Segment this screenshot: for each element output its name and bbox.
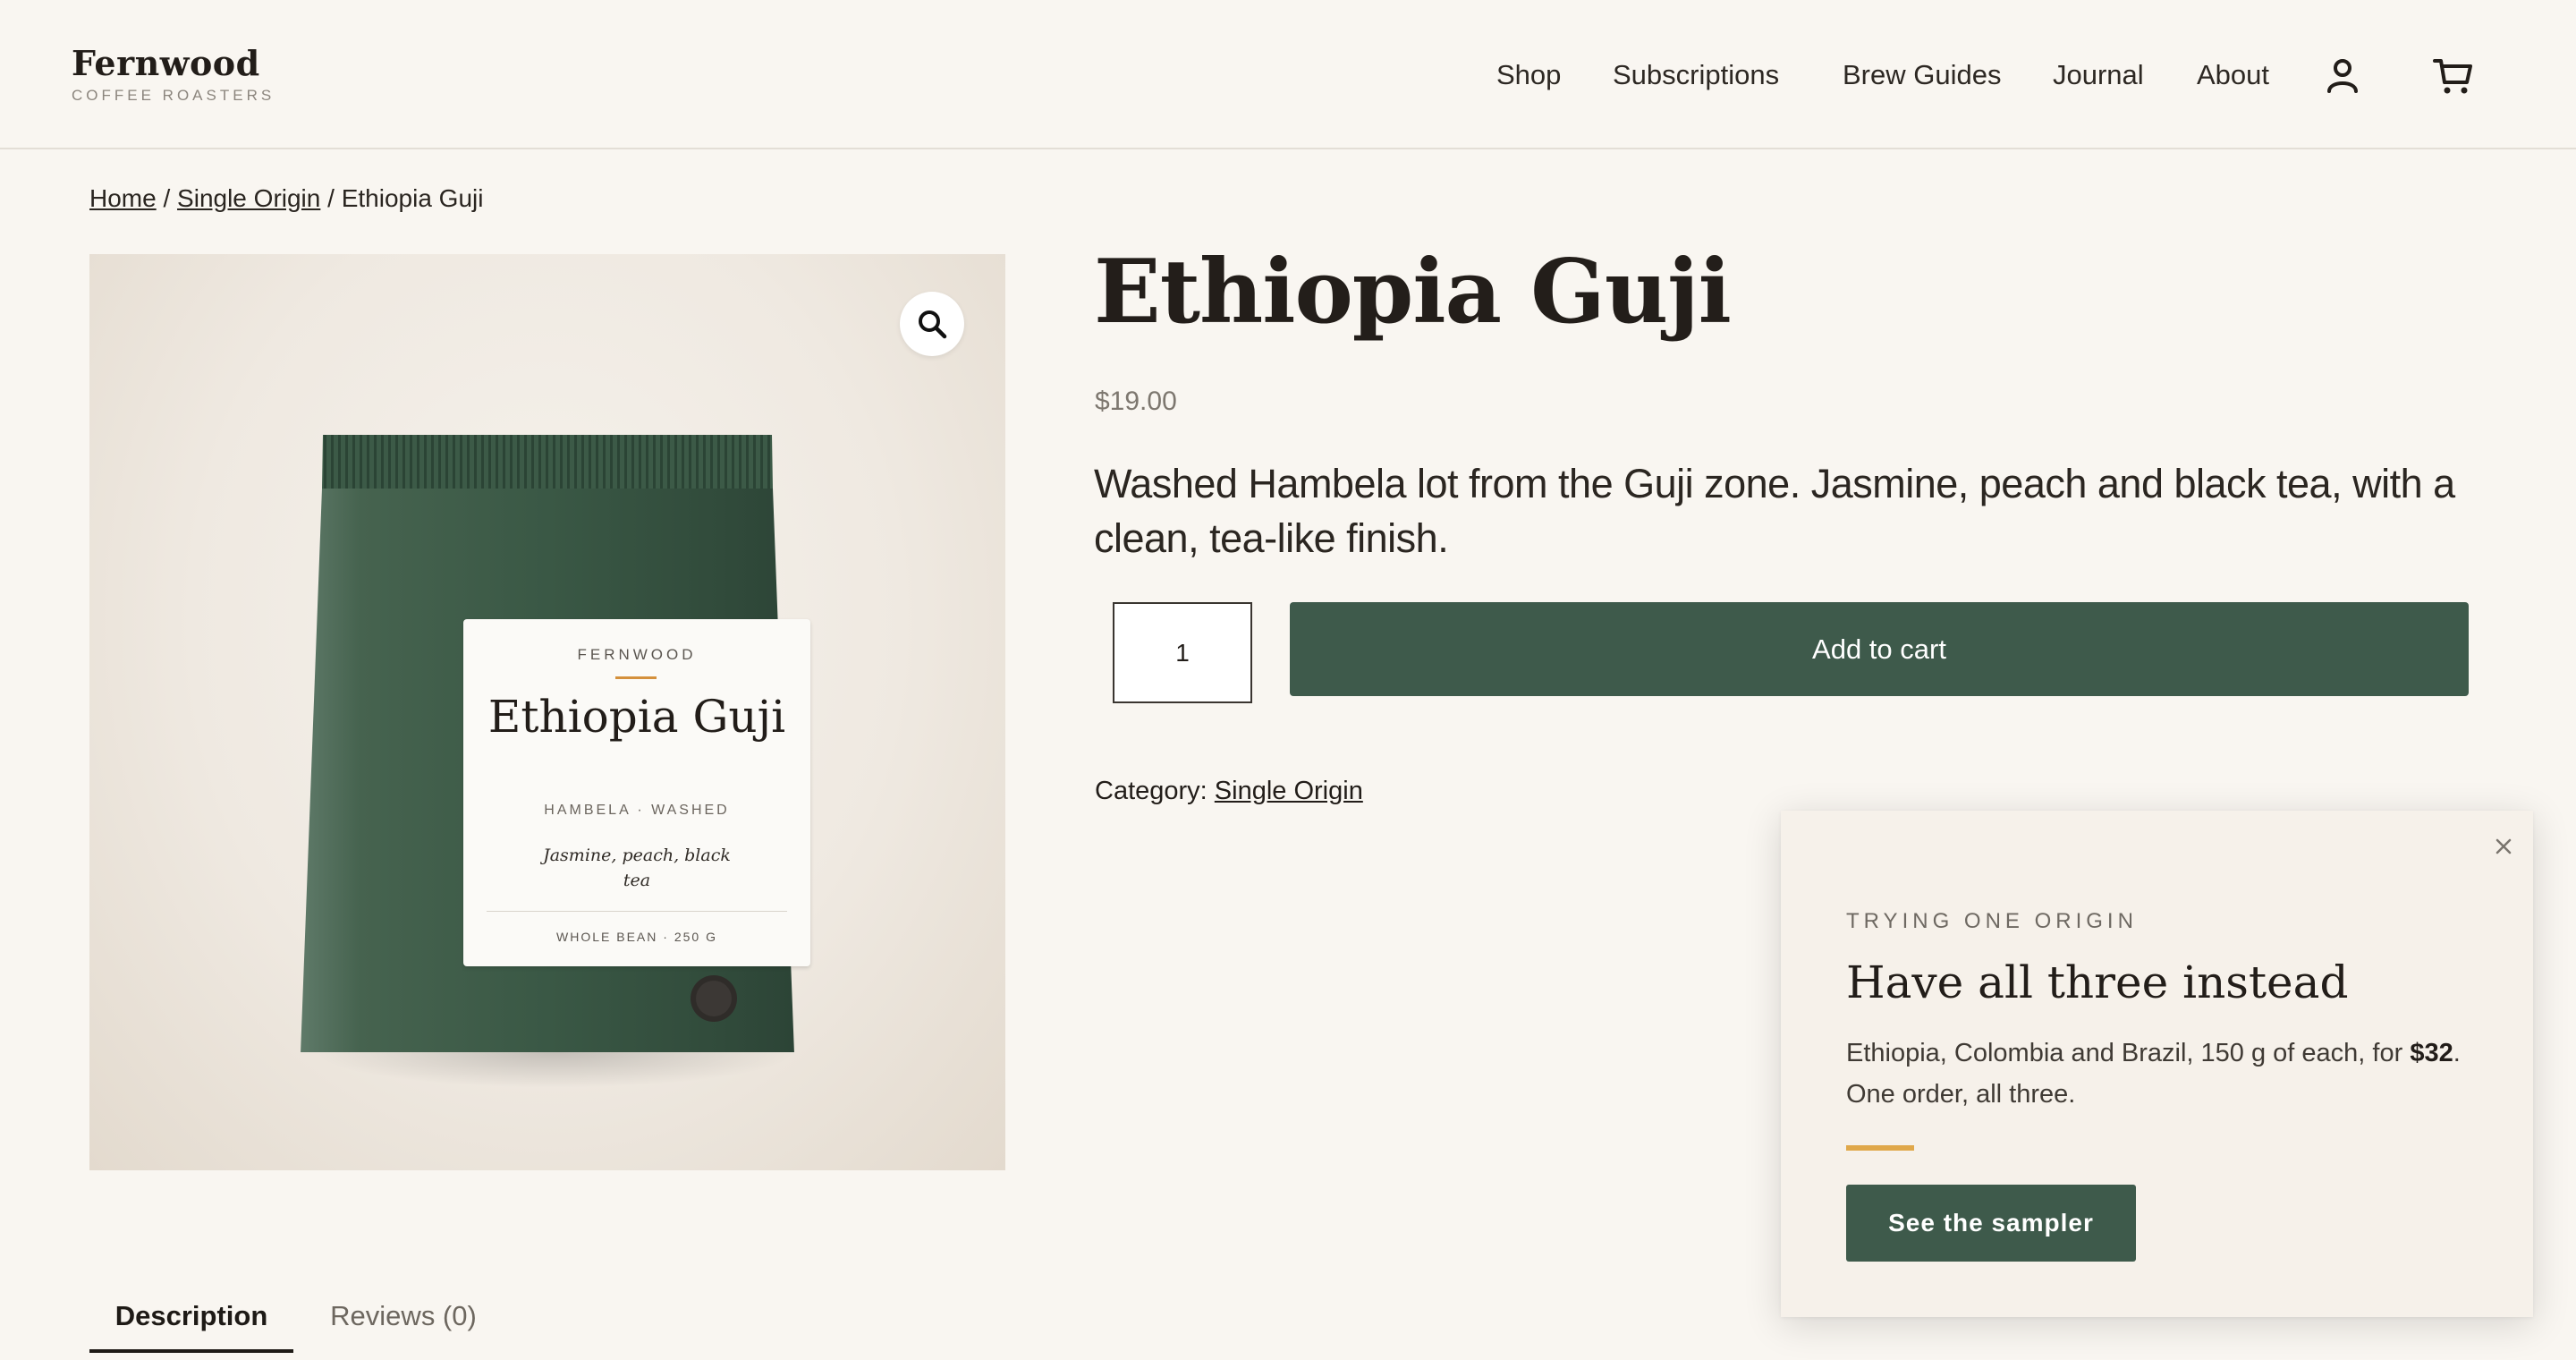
site-header: Fernwood COFFEE ROASTERS Shop Subscripti… xyxy=(0,0,2576,149)
zoom-button[interactable] xyxy=(900,292,964,356)
product-title: Ethiopia Guji xyxy=(1094,241,1732,344)
cart-button[interactable] xyxy=(2431,54,2476,98)
quantity-input[interactable] xyxy=(1113,602,1252,703)
see-sampler-button[interactable]: See the sampler xyxy=(1846,1185,2136,1262)
bag-label-process: HAMBELA · WASHED xyxy=(544,803,730,818)
bag-label-divider xyxy=(487,911,787,912)
add-to-cart-button[interactable]: Add to cart xyxy=(1290,602,2469,696)
popup-close-button[interactable] xyxy=(2487,830,2520,863)
nav-link-brew-guides[interactable]: Brew Guides xyxy=(1843,54,2001,97)
breadcrumb-home[interactable]: Home xyxy=(89,184,157,212)
breadcrumb-current: Ethiopia Guji xyxy=(341,184,484,212)
breadcrumb: Home / Single Origin / Ethiopia Guji xyxy=(89,184,483,213)
brand-name: Fernwood xyxy=(72,43,260,83)
user-icon xyxy=(2327,59,2358,93)
popup-accent-bar xyxy=(1846,1145,1914,1151)
product-price: $19.00 xyxy=(1095,387,1177,416)
product-gallery[interactable]: FERNWOOD Ethiopia Guji HAMBELA · WASHED … xyxy=(89,254,1005,1170)
account-button[interactable] xyxy=(2320,54,2365,98)
tab-description[interactable]: Description xyxy=(89,1288,293,1353)
sampler-popup: TRYING ONE ORIGIN Have all three instead… xyxy=(1781,811,2533,1317)
breadcrumb-category[interactable]: Single Origin xyxy=(177,184,320,212)
product-meta: Category: Single Origin xyxy=(1095,777,1363,806)
breadcrumb-separator: / xyxy=(156,184,178,212)
magnifier-icon xyxy=(919,310,947,339)
bag-label-brand: FERNWOOD xyxy=(577,646,697,663)
popup-body: Ethiopia, Colombia and Brazil, 150 g of … xyxy=(1846,1033,2472,1115)
popup-eyebrow: TRYING ONE ORIGIN xyxy=(1846,909,2138,933)
nav-link-shop[interactable]: Shop xyxy=(1496,54,1561,97)
brand-tagline: COFFEE ROASTERS xyxy=(72,87,275,104)
popup-body-lead: Ethiopia, Colombia and Brazil, 150 g of … xyxy=(1846,1039,2411,1067)
breadcrumb-separator: / xyxy=(320,184,342,212)
brand-logo[interactable]: Fernwood COFFEE ROASTERS xyxy=(72,43,275,105)
nav-link-journal[interactable]: Journal xyxy=(2053,54,2144,97)
bag-label-weight: WHOLE BEAN · 250 G xyxy=(556,930,717,944)
category-label: Category: xyxy=(1095,777,1208,805)
popup-title: Have all three instead xyxy=(1846,956,2349,1008)
bag-label-name: Ethiopia Guji xyxy=(487,691,786,743)
popup-body-price: $32 xyxy=(2410,1039,2453,1067)
bag-label-rule xyxy=(615,676,657,679)
bag-label: FERNWOOD Ethiopia Guji HAMBELA · WASHED … xyxy=(463,619,810,966)
tab-reviews[interactable]: Reviews (0) xyxy=(318,1288,488,1353)
bag-label-notes: Jasmine, peach, black tea xyxy=(543,846,731,890)
close-icon xyxy=(2496,838,2512,854)
category-link[interactable]: Single Origin xyxy=(1215,777,1363,805)
product-short-description: Washed Hambela lot from the Guji zone. J… xyxy=(1094,461,2455,561)
bag-shadow xyxy=(313,1052,796,1088)
nav-link-about[interactable]: About xyxy=(2197,54,2269,97)
product-image: FERNWOOD Ethiopia Guji HAMBELA · WASHED … xyxy=(295,372,810,1088)
nav-link-subscriptions[interactable]: Subscriptions xyxy=(1613,54,1779,97)
cart-icon xyxy=(2433,59,2472,94)
